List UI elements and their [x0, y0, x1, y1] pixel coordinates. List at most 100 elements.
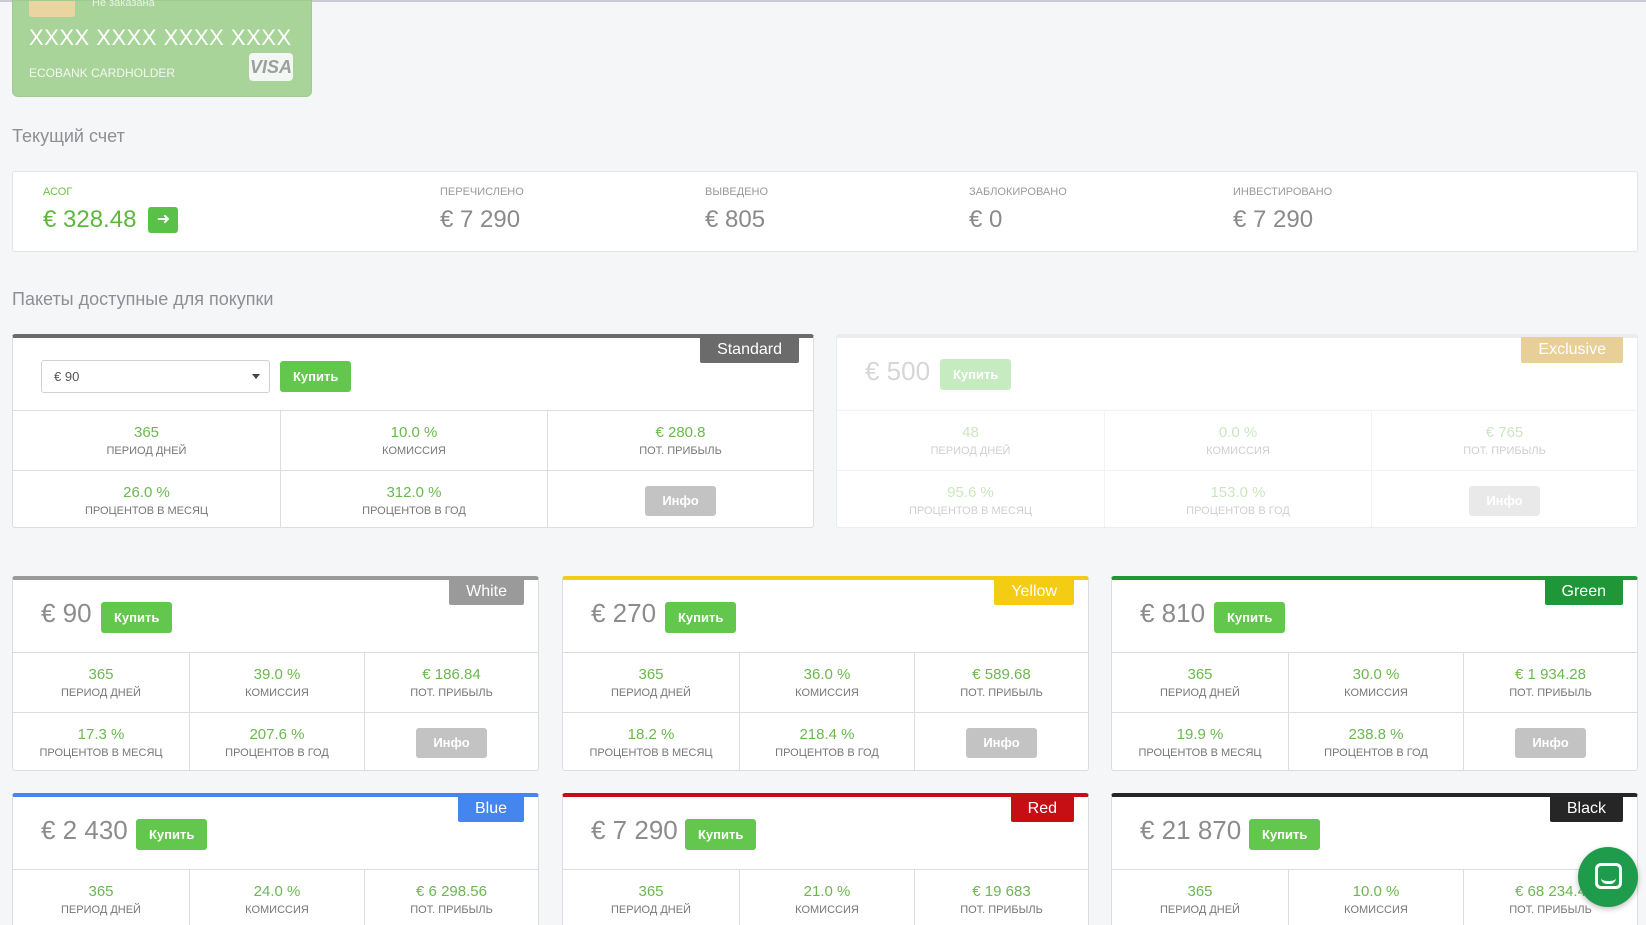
- stat-label: ПЕРИОД ДНЕЙ: [611, 904, 691, 916]
- stat-info: Инфо: [914, 712, 1088, 771]
- stat-value: 153.0 %: [1210, 484, 1266, 501]
- stat-value: 238.8 %: [1348, 726, 1404, 743]
- package-standard: Standard € 90 Купить 365 ПЕРИОД ДНЕЙ 10.0…: [12, 334, 814, 528]
- stat-label: ПОТ. ПРИБЫЛЬ: [1463, 445, 1546, 457]
- stat-label: ПРОЦЕНТОВ В МЕСЯЦ: [84, 505, 209, 517]
- stat-value: 18.2 %: [627, 726, 675, 743]
- package-price: € 810: [1140, 598, 1206, 628]
- buy-button[interactable]: Купить: [1249, 819, 1321, 850]
- stat-value: € 589.68: [972, 666, 1031, 683]
- stat-profit: € 280.8 ПОТ. ПРИБЫЛЬ: [547, 410, 813, 470]
- stat-period: 365 ПЕРИОД ДНЕЙ: [13, 869, 189, 925]
- withdrawn-column: ВЫВЕДЕНО € 805: [705, 186, 768, 234]
- caret-down-icon: [252, 374, 260, 379]
- stat-label: КОМИССИЯ: [245, 687, 309, 699]
- arrow-right-icon: ➜: [156, 211, 171, 228]
- package-head: € 90 Купить: [13, 338, 813, 410]
- stat-value: 17.3 %: [77, 726, 125, 743]
- package-price: € 90: [41, 598, 92, 628]
- stat-value: 19.9 %: [1176, 726, 1224, 743]
- card-status: Не заказана: [92, 0, 155, 9]
- stat-label: ПОТ. ПРИБЫЛЬ: [960, 687, 1043, 699]
- stat-per-month: 95.6 % ПРОЦЕНТОВ В МЕСЯЦ: [837, 470, 1104, 528]
- buy-button[interactable]: Купить: [280, 361, 352, 392]
- stat-info: Инфо: [1463, 712, 1637, 771]
- stat-value: 365: [133, 424, 160, 441]
- buy-button[interactable]: Купить: [1214, 602, 1286, 633]
- stat-label: ПОТ. ПРИБЫЛЬ: [1509, 687, 1592, 699]
- package-price: € 7 290: [591, 815, 678, 845]
- package-stats: 365 ПЕРИОД ДНЕЙ 24.0 % КОМИССИЯ € 6 298.56…: [13, 869, 538, 925]
- stat-profit: € 589.68 ПОТ. ПРИБЫЛЬ: [914, 652, 1088, 712]
- stat-commission: 39.0 % КОМИССИЯ: [189, 652, 364, 712]
- stat-label: ПРОЦЕНТОВ В МЕСЯЦ: [1138, 747, 1262, 759]
- package-head: € 90 Купить: [13, 580, 538, 652]
- info-button[interactable]: Инфо: [966, 728, 1037, 758]
- package-black: Black € 21 870 Купить 365 ПЕРИОД ДНЕЙ 10.…: [1111, 793, 1638, 925]
- info-button[interactable]: Инфо: [1515, 728, 1586, 758]
- stat-per-month: 19.9 % ПРОЦЕНТОВ В МЕСЯЦ: [1112, 712, 1288, 771]
- buy-button[interactable]: Купить: [685, 819, 757, 850]
- package-exclusive: Exclusive € 500 Купить 48 ПЕРИОД ДНЕЙ 0.0…: [836, 334, 1638, 528]
- package-head: € 500 Купить: [837, 338, 1637, 410]
- card-holder: ECOBANK CARDHOLDER: [29, 66, 176, 80]
- withdrawn-label: ВЫВЕДЕНО: [705, 186, 769, 198]
- stat-commission: 36.0 % КОМИССИЯ: [739, 652, 914, 712]
- chat-widget-button[interactable]: [1578, 847, 1638, 907]
- buy-button[interactable]: Купить: [136, 819, 208, 850]
- stat-label: КОМИССИЯ: [1206, 445, 1270, 457]
- stat-period: 365 ПЕРИОД ДНЕЙ: [563, 869, 739, 925]
- blocked-label: ЗАБЛОКИРОВАНО: [969, 186, 1067, 198]
- stat-value: 26.0 %: [123, 484, 170, 501]
- stat-label: ПЕРИОД ДНЕЙ: [1160, 904, 1240, 916]
- stat-value: 365: [1187, 883, 1213, 900]
- package-head: € 21 870 Купить: [1112, 797, 1637, 869]
- stat-label: КОМИССИЯ: [1344, 904, 1408, 916]
- stat-profit: € 765 ПОТ. ПРИБЫЛЬ: [1371, 410, 1637, 470]
- transferred-column: ПЕРЕЧИСЛЕНО € 7 290: [440, 186, 524, 234]
- stat-value: 207.6 %: [249, 726, 305, 743]
- stat-period: 365 ПЕРИОД ДНЕЙ: [1112, 869, 1288, 925]
- package-yellow: Yellow € 270 Купить 365 ПЕРИОД ДНЕЙ 36.0 …: [562, 576, 1089, 771]
- info-button[interactable]: Инфо: [416, 728, 487, 758]
- stat-per-month: 26.0 % ПРОЦЕНТОВ В МЕСЯЦ: [13, 470, 280, 528]
- stat-per-year: 312.0 % ПРОЦЕНТОВ В ГОД: [280, 470, 547, 528]
- stat-value: 24.0 %: [253, 883, 301, 900]
- stat-value: 10.0 %: [390, 424, 438, 441]
- package-stats: 365 ПЕРИОД ДНЕЙ 10.0 % КОМИССИЯ € 280.8 ПОТ…: [13, 410, 813, 528]
- stat-value: 10.0 %: [1352, 883, 1400, 900]
- buy-button[interactable]: Купить: [101, 602, 173, 633]
- stat-commission: 0.0 % КОМИССИЯ: [1104, 410, 1371, 470]
- stat-period: 48 ПЕРИОД ДНЕЙ: [837, 410, 1104, 470]
- bank-card[interactable]: Не заказана XXXX XXXX XXXX XXXX ECOBANK …: [12, 0, 312, 97]
- stat-label: КОМИССИЯ: [382, 445, 446, 457]
- package-price: € 2 430: [41, 815, 128, 845]
- stat-label: КОМИССИЯ: [245, 904, 309, 916]
- stat-label: ПРОЦЕНТОВ В ГОД: [1324, 747, 1428, 759]
- package-stats: 365 ПЕРИОД ДНЕЙ 21.0 % КОМИССИЯ € 19 683 ПО…: [563, 869, 1088, 925]
- stat-value: € 280.8: [655, 424, 706, 441]
- balance-value: € 328.48: [43, 206, 137, 233]
- info-button[interactable]: Инфо: [645, 486, 716, 516]
- buy-button[interactable]: Купить: [940, 359, 1012, 390]
- stat-value: € 6 298.56: [416, 883, 487, 900]
- stat-profit: € 6 298.56 ПОТ. ПРИБЫЛЬ: [364, 869, 538, 925]
- stat-value: 0.0 %: [1218, 424, 1258, 441]
- stat-label: КОМИССИЯ: [1344, 687, 1408, 699]
- amount-select[interactable]: € 90: [41, 360, 270, 393]
- stat-info: Инфо: [364, 712, 538, 771]
- stat-label: ПОТ. ПРИБЫЛЬ: [639, 445, 722, 457]
- info-button[interactable]: Инфо: [1469, 486, 1540, 516]
- transfer-button[interactable]: ➜: [148, 207, 179, 233]
- stat-info: Инфо: [547, 470, 813, 528]
- package-price: € 500: [865, 356, 931, 386]
- transferred-label: ПЕРЕЧИСЛЕНО: [440, 186, 524, 198]
- invested-value: € 7 290: [1233, 206, 1314, 233]
- buy-button[interactable]: Купить: [665, 602, 737, 633]
- stat-label: ПЕРИОД ДНЕЙ: [611, 687, 691, 699]
- stat-label: ПЕРИОД ДНЕЙ: [106, 445, 187, 457]
- stat-value: € 765: [1485, 424, 1524, 441]
- stat-label: ПОТ. ПРИБЫЛЬ: [960, 904, 1043, 916]
- stat-profit: € 19 683 ПОТ. ПРИБЫЛЬ: [914, 869, 1088, 925]
- stat-value: 36.0 %: [803, 666, 851, 683]
